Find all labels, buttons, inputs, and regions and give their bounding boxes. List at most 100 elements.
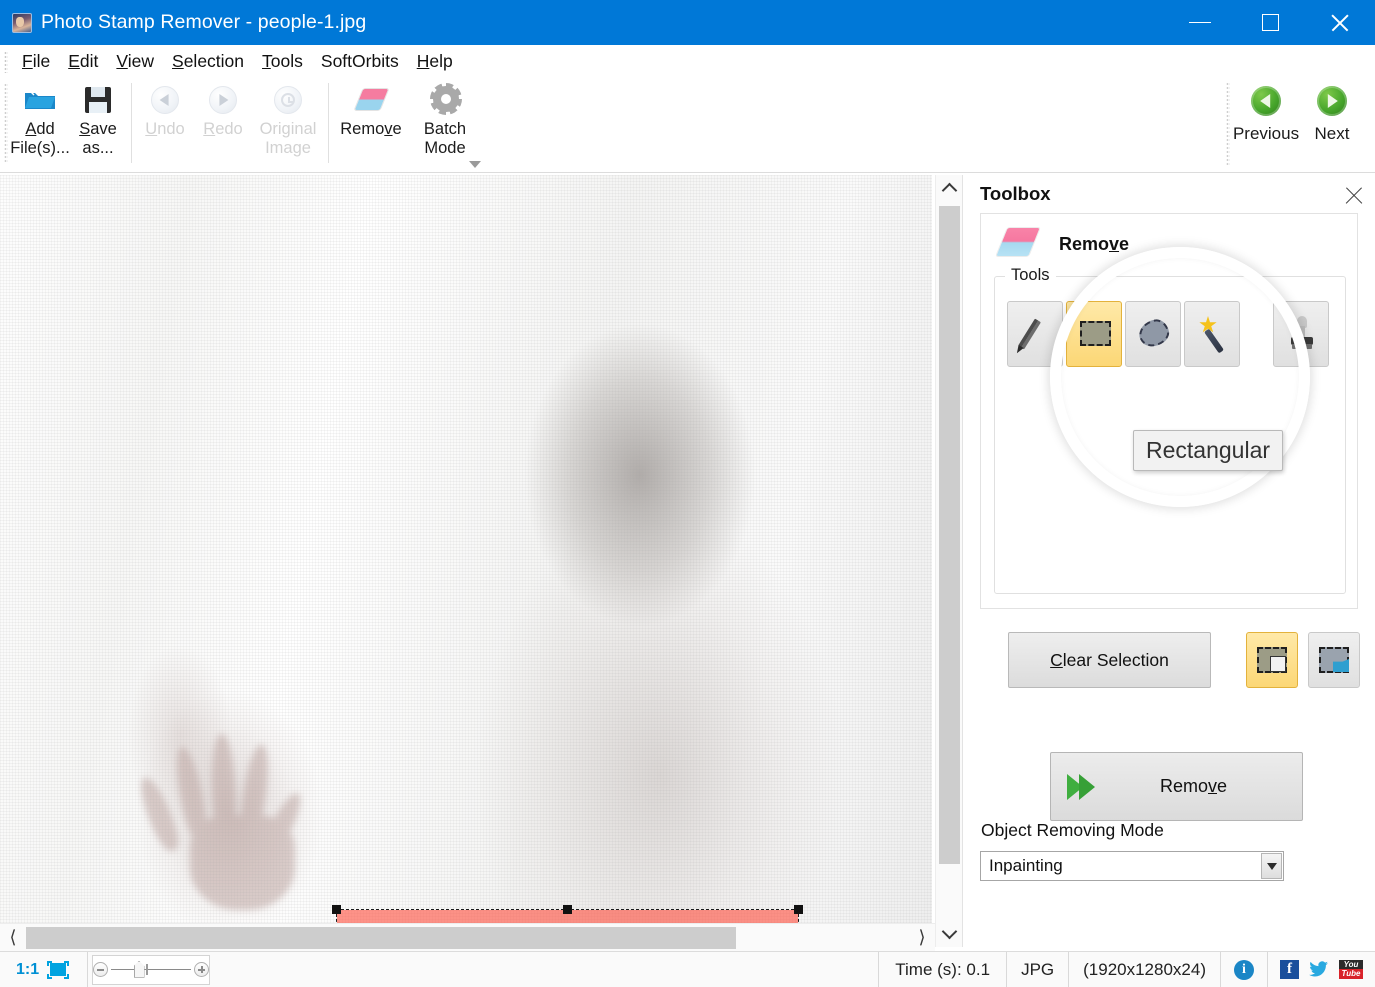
add-files-line1: dd (36, 120, 55, 138)
menu-item-help[interactable]: Help (408, 49, 462, 74)
arrow-right-circle-icon (205, 84, 241, 116)
save-as-line2: as... (82, 139, 114, 157)
menu-bar: File Edit View Selection Tools SoftOrbit… (0, 45, 1375, 78)
selection-handle[interactable] (332, 905, 341, 914)
menu-item-softorbits[interactable]: SoftOrbits (312, 49, 408, 74)
vertical-scroll-thumb[interactable] (939, 206, 960, 864)
load-selection-icon (1319, 647, 1349, 673)
selection-handle[interactable] (794, 905, 803, 914)
redo-button[interactable]: Redo (194, 78, 252, 168)
scroll-up-button[interactable] (936, 175, 963, 202)
batch-mode-button[interactable]: Batch Mode (409, 78, 481, 168)
menu-grip (4, 50, 8, 73)
selection-handle[interactable] (562, 905, 572, 914)
close-toolbox-icon[interactable] (1343, 184, 1365, 206)
eraser-icon (353, 84, 390, 116)
vertical-scrollbar[interactable] (935, 175, 962, 947)
open-folder-glyph (25, 90, 55, 109)
tool-clone-stamp[interactable] (1273, 301, 1329, 367)
batch-mode-line2: Mode (424, 139, 466, 157)
youtube-bottom-text: Tube (1339, 969, 1363, 979)
toolbox-panel: Toolbox Remove Tools C lear Selection Ob… (962, 175, 1375, 947)
previous-button[interactable]: Previous (1233, 78, 1299, 168)
add-files-button[interactable]: Add File(s)... (10, 78, 70, 168)
zoom-slider[interactable] (92, 954, 211, 985)
status-bar: 1:1 Time (s): 0.1 JPG (1920x1280x24) i f… (0, 951, 1375, 987)
scroll-left-button[interactable]: ⟨ (0, 924, 26, 952)
scroll-down-button[interactable] (936, 920, 963, 947)
image-canvas[interactable]: Censored (0, 175, 960, 947)
zoom-in-icon[interactable] (194, 962, 210, 977)
undo-button[interactable]: Undo (136, 78, 194, 168)
pencil-icon (1018, 318, 1041, 350)
minimize-button[interactable] (1165, 0, 1235, 45)
menu-item-file[interactable]: File (13, 49, 59, 74)
clock-history-icon (270, 84, 306, 116)
object-removing-mode-select[interactable]: Inpainting (980, 851, 1284, 881)
youtube-top-text: You (1339, 960, 1363, 969)
chevron-down-icon[interactable] (1261, 853, 1282, 879)
expand-ribbon-icon[interactable] (469, 161, 481, 168)
tool-rectangular[interactable] (1066, 301, 1122, 367)
menu-item-selection[interactable]: Selection (163, 49, 253, 74)
ribbon-group-file: Add File(s)... Save as... (10, 78, 127, 170)
menu-label-file: ile (32, 51, 51, 71)
redo-label: edo (215, 120, 243, 138)
youtube-icon[interactable]: You Tube (1339, 960, 1363, 979)
menu-label-selection: election (183, 51, 245, 71)
zoom-slider-cell (87, 951, 211, 987)
horizontal-scroll-track[interactable] (26, 924, 909, 952)
maximize-icon (1261, 14, 1279, 31)
rectangular-select-icon (1080, 321, 1111, 346)
green-left-arrow-icon (1251, 86, 1281, 116)
eraser-glyph (353, 88, 390, 111)
zoom-out-icon[interactable] (93, 962, 109, 977)
horizontal-scrollbar[interactable]: ⟨ ⟩ (0, 923, 935, 951)
tools-row (1007, 301, 1329, 367)
info-icon[interactable]: i (1234, 959, 1254, 980)
close-button[interactable] (1305, 0, 1375, 45)
next-button[interactable]: Next (1299, 78, 1365, 168)
menu-label-edit: dit (79, 51, 99, 71)
menu-label-view: iew (127, 51, 155, 71)
lasso-select-icon (1136, 317, 1172, 349)
next-label: Next (1314, 124, 1350, 143)
zoom-slider-track[interactable] (111, 960, 192, 978)
remove-section-title: Remo (1059, 233, 1110, 254)
tool-pencil[interactable] (1007, 301, 1063, 367)
title-bar: Photo Stamp Remover - people-1.jpg (0, 0, 1375, 45)
tool-magic-wand[interactable] (1184, 301, 1240, 367)
clone-stamp-icon (1291, 316, 1313, 354)
horizontal-scroll-thumb[interactable] (26, 926, 736, 949)
save-as-button[interactable]: Save as... (69, 78, 127, 168)
chevron-up-icon (941, 182, 958, 199)
object-removing-mode-label: Object Removing Mode (981, 820, 1164, 840)
status-spacer (210, 952, 878, 987)
fit-to-window-icon[interactable] (47, 960, 70, 979)
undo-label: ndo (157, 120, 185, 138)
menu-item-edit[interactable]: Edit (59, 49, 107, 74)
original-image-button[interactable]: Original Image (252, 78, 324, 168)
time-cell: Time (s): 0.1 (878, 951, 1008, 987)
original-image-line1: Original (259, 120, 317, 138)
maximize-button[interactable] (1235, 0, 1305, 45)
chevron-left-icon: ⟨ (9, 927, 17, 947)
load-selection-button[interactable] (1308, 632, 1360, 688)
scroll-right-button[interactable]: ⟩ (909, 924, 935, 952)
facebook-icon[interactable]: f (1280, 960, 1299, 979)
remove-ribbon-button[interactable]: Remove (333, 78, 409, 168)
zoom-ratio-label[interactable]: 1:1 (8, 961, 47, 979)
zoom-slider-thumb[interactable] (133, 960, 145, 978)
floppy-disk-icon (80, 84, 116, 116)
tool-lasso[interactable] (1125, 301, 1181, 367)
arrow-left-circle-icon (147, 84, 183, 116)
clear-selection-button[interactable]: Clear Selection (1008, 632, 1211, 688)
remove-action-button[interactable]: Remove (1050, 752, 1303, 821)
menu-label-help: elp (429, 51, 453, 71)
save-selection-button[interactable] (1246, 632, 1298, 688)
app-icon (12, 12, 32, 33)
menu-item-view[interactable]: View (107, 49, 163, 74)
menu-item-tools[interactable]: Tools (253, 49, 312, 74)
twitter-icon[interactable] (1309, 960, 1329, 979)
rectangular-tooltip: Rectangular (1133, 430, 1284, 471)
